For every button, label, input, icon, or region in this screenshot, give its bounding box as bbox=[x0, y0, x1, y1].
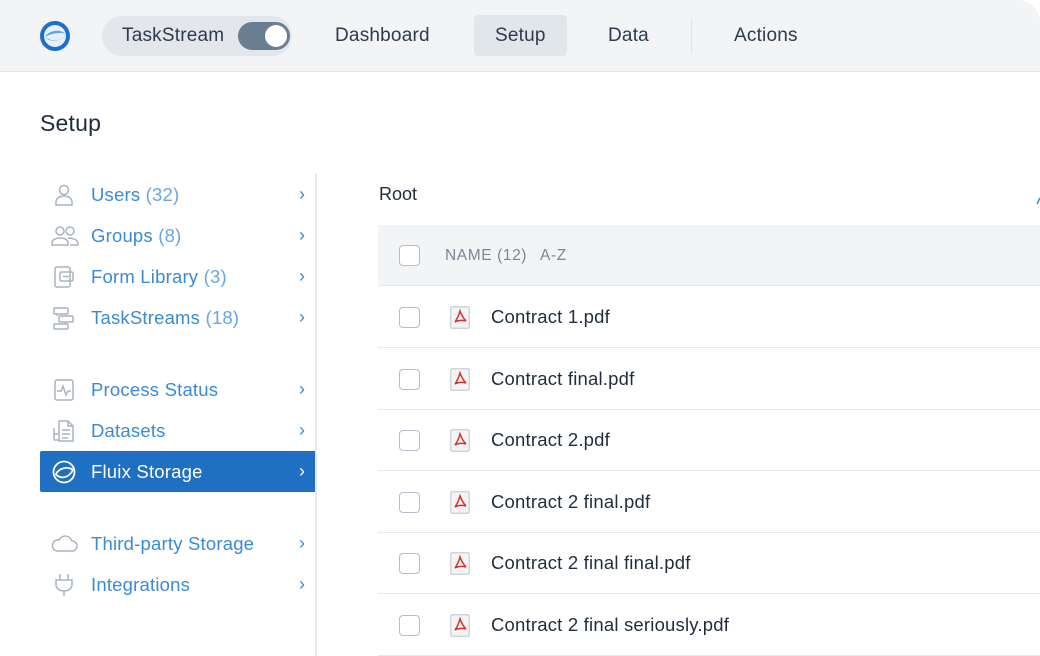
file-name: Contract 1.pdf bbox=[491, 306, 611, 327]
app-switcher[interactable]: TaskStream bbox=[102, 16, 292, 56]
breadcrumb[interactable]: Root bbox=[379, 184, 417, 205]
sidebar-item-count: (18) bbox=[205, 307, 240, 328]
pdf-icon bbox=[450, 552, 470, 575]
app-toggle[interactable] bbox=[238, 22, 290, 50]
file-name: Contract 2.pdf bbox=[491, 429, 611, 450]
sidebar-item-taskstreams[interactable]: TaskStreams (18) › bbox=[40, 297, 317, 338]
file-name: Contract 2 final seriously.pdf bbox=[491, 614, 730, 635]
sidebar-item-datasets[interactable]: Datasets › bbox=[40, 410, 317, 451]
table-row[interactable]: Contract final.pdf bbox=[378, 349, 1040, 410]
row-checkbox[interactable] bbox=[399, 430, 420, 451]
sidebar-item-label: Datasets bbox=[91, 420, 166, 441]
sidebar-item-third-party-storage[interactable]: Third-party Storage › bbox=[40, 523, 317, 564]
tab-dashboard[interactable]: Dashboard bbox=[314, 15, 451, 56]
chevron-right-icon: › bbox=[299, 420, 305, 440]
nav-divider bbox=[691, 18, 692, 54]
table-row[interactable]: Contract 1.pdf bbox=[378, 287, 1040, 348]
name-column-header[interactable]: NAME (12) bbox=[445, 247, 527, 265]
page-title: Setup bbox=[40, 110, 102, 136]
sidebar-item-label: Third-party Storage bbox=[91, 533, 255, 554]
sidebar-item-label: Process Status bbox=[91, 379, 219, 400]
table-row[interactable]: Contract 2 final final.pdf bbox=[378, 533, 1040, 594]
sidebar-divider bbox=[315, 174, 317, 656]
sidebar: Users (32) › Groups (8) › Form Library (… bbox=[40, 174, 317, 656]
table-row[interactable]: Contract 2 final seriously.pdf bbox=[378, 595, 1040, 656]
chevron-right-icon: › bbox=[299, 184, 305, 204]
table-row[interactable]: Contract 2 final.pdf bbox=[378, 472, 1040, 533]
pdf-icon bbox=[450, 491, 470, 514]
user-icon bbox=[55, 184, 73, 206]
sidebar-item-integrations[interactable]: Integrations › bbox=[40, 564, 317, 605]
chevron-right-icon: › bbox=[299, 533, 305, 553]
group-icon bbox=[51, 226, 79, 246]
chevron-right-icon: › bbox=[299, 266, 305, 286]
taskstream-icon bbox=[53, 307, 74, 330]
sidebar-item-label: Form Library bbox=[91, 266, 199, 287]
sidebar-item-groups[interactable]: Groups (8) › bbox=[40, 215, 317, 256]
chevron-right-icon: › bbox=[299, 574, 305, 594]
sidebar-item-label: TaskStreams bbox=[91, 307, 201, 328]
row-checkbox[interactable] bbox=[399, 369, 420, 390]
sidebar-item-form-library[interactable]: Form Library (3) › bbox=[40, 256, 317, 297]
fluix-storage-icon bbox=[52, 460, 76, 484]
row-checkbox[interactable] bbox=[399, 307, 420, 328]
sidebar-item-count: (32) bbox=[145, 184, 180, 205]
sidebar-item-count: (8) bbox=[158, 225, 182, 246]
app-name: TaskStream bbox=[122, 25, 225, 46]
sidebar-item-label: Fluix Storage bbox=[91, 461, 203, 482]
file-name: Contract 2 final.pdf bbox=[491, 491, 651, 512]
sidebar-item-process-status[interactable]: Process Status › bbox=[40, 369, 317, 410]
toggle-knob bbox=[265, 25, 287, 47]
sidebar-item-fluix-storage[interactable]: Fluix Storage › bbox=[40, 451, 317, 492]
tab-setup[interactable]: Setup bbox=[474, 15, 567, 56]
pdf-icon bbox=[450, 368, 470, 391]
process-status-icon bbox=[54, 379, 74, 401]
pdf-icon bbox=[450, 306, 470, 329]
sidebar-item-label: Users bbox=[91, 184, 141, 205]
pdf-icon bbox=[450, 429, 470, 452]
sidebar-item-label: Groups bbox=[91, 225, 153, 246]
form-library-icon bbox=[54, 266, 74, 288]
app-logo-icon[interactable] bbox=[39, 20, 71, 52]
sort-toggle[interactable]: A-Z bbox=[540, 247, 567, 265]
chevron-right-icon: › bbox=[299, 307, 305, 327]
tab-data[interactable]: Data bbox=[587, 15, 670, 56]
row-checkbox[interactable] bbox=[399, 615, 420, 636]
sidebar-item-label: Integrations bbox=[91, 574, 191, 595]
cloud-icon bbox=[51, 535, 78, 552]
row-checkbox[interactable] bbox=[399, 492, 420, 513]
tab-actions[interactable]: Actions bbox=[713, 15, 819, 56]
chevron-right-icon: › bbox=[299, 225, 305, 245]
select-all-checkbox[interactable] bbox=[399, 245, 420, 266]
datasets-icon bbox=[53, 420, 74, 442]
chevron-right-icon: › bbox=[299, 379, 305, 399]
table-row[interactable]: Contract 2.pdf bbox=[378, 410, 1040, 471]
sidebar-item-count: (3) bbox=[203, 266, 227, 287]
plug-icon bbox=[55, 574, 73, 596]
app-window: TaskStream Dashboard Setup Data Actions … bbox=[0, 0, 1040, 656]
table-header: NAME (12) A-Z bbox=[378, 225, 1040, 286]
sidebar-item-users[interactable]: Users (32) › bbox=[40, 174, 317, 215]
chevron-right-icon: › bbox=[299, 461, 305, 481]
file-name: Contract 2 final final.pdf bbox=[491, 552, 691, 573]
pdf-icon bbox=[450, 614, 470, 637]
top-bar: TaskStream Dashboard Setup Data Actions bbox=[0, 0, 1040, 72]
row-checkbox[interactable] bbox=[399, 553, 420, 574]
edge-mark-icon bbox=[1036, 197, 1040, 205]
file-name: Contract final.pdf bbox=[491, 368, 635, 389]
